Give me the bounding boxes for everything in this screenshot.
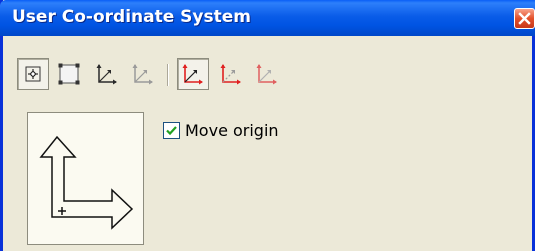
- axes-red-dotted-button[interactable]: [215, 58, 247, 90]
- axes-black-icon: [96, 64, 117, 85]
- close-icon: [518, 12, 531, 25]
- close-button[interactable]: [514, 8, 535, 29]
- origin-point-icon: [25, 66, 41, 82]
- move-origin-checkbox[interactable]: [163, 121, 180, 139]
- axes-red-gray-button[interactable]: [251, 58, 283, 90]
- axes-red-button[interactable]: [177, 58, 209, 90]
- bounding-box-button[interactable]: [53, 58, 85, 90]
- move-origin-option[interactable]: Move origin: [163, 121, 279, 140]
- origin-point-button[interactable]: [17, 58, 49, 90]
- axes-red-dotted-icon: [220, 64, 241, 85]
- title-bar[interactable]: User Co-ordinate System: [0, 0, 535, 36]
- axes-red-icon: [182, 64, 203, 85]
- checkmark-icon: [166, 125, 177, 135]
- ucs-preview: [27, 112, 144, 245]
- axes-gray-button[interactable]: [127, 58, 159, 90]
- window-title: User Co-ordinate System: [12, 7, 251, 27]
- move-origin-label[interactable]: Move origin: [185, 121, 279, 140]
- toolbar: [17, 58, 527, 102]
- bounding-box-icon: [58, 63, 80, 85]
- toolbar-separator: [167, 64, 169, 86]
- ucs-arrows-icon: [39, 135, 134, 230]
- ucs-dialog: User Co-ordinate System Move origin: [0, 0, 535, 251]
- axes-red-gray-icon: [256, 64, 277, 85]
- axes-gray-icon: [132, 64, 153, 85]
- axes-black-button[interactable]: [91, 58, 123, 90]
